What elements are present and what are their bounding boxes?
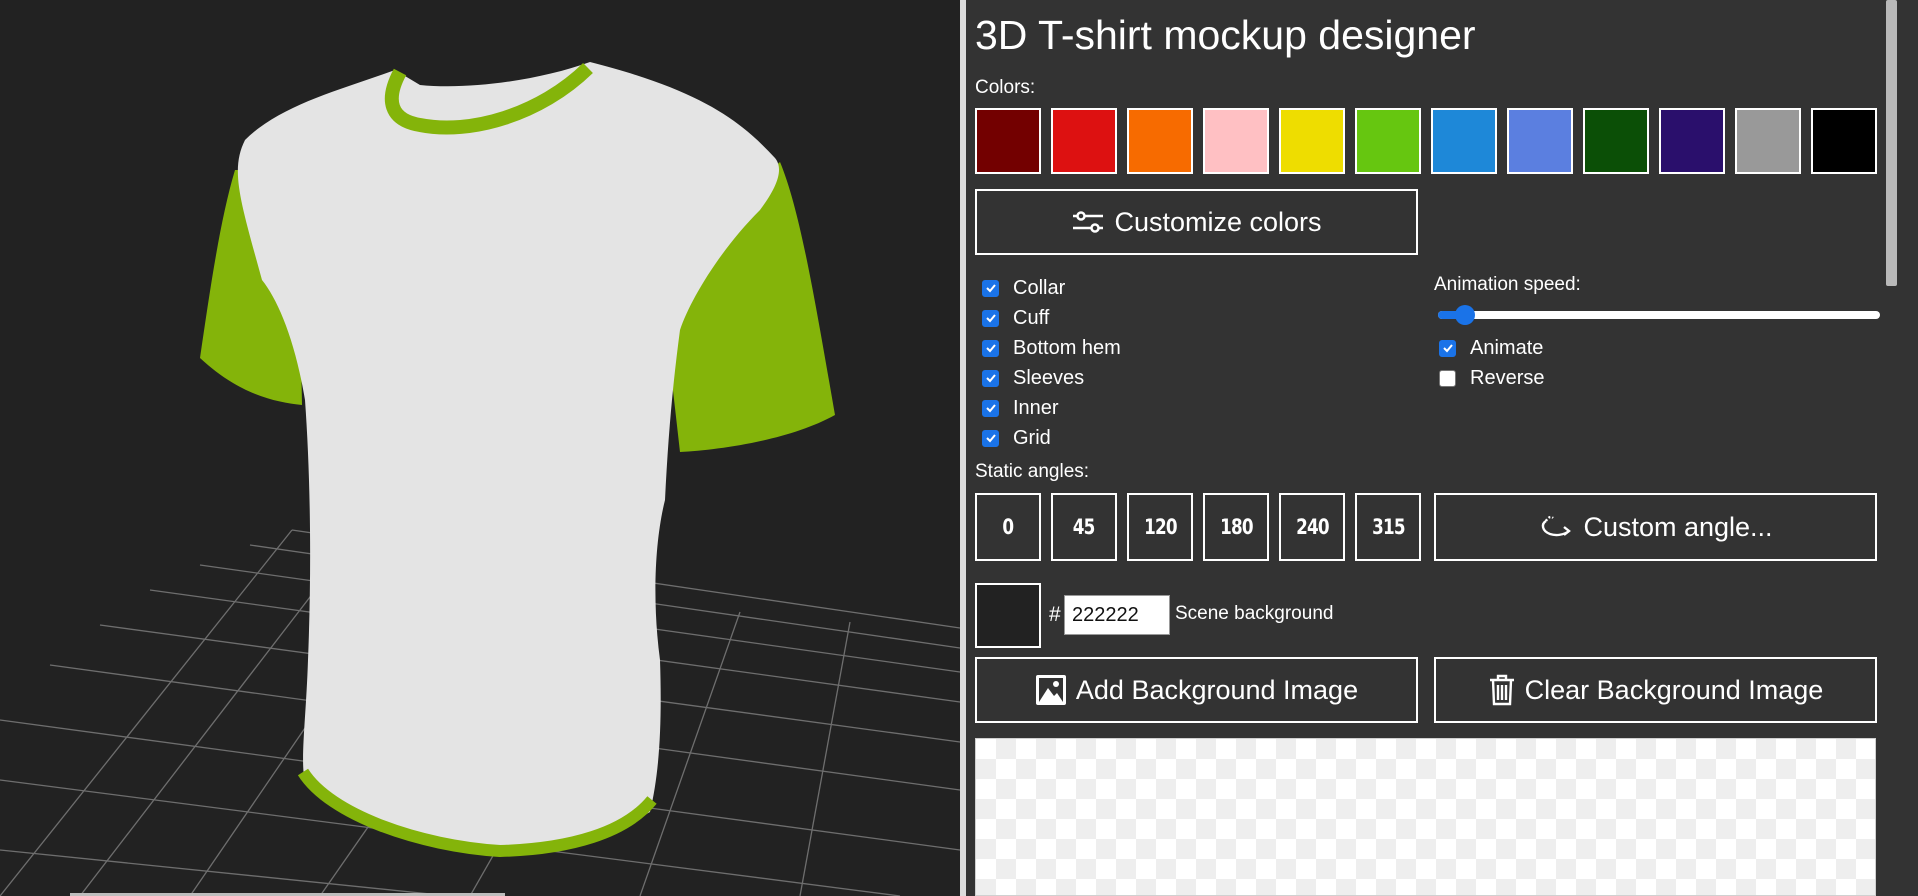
page-title: 3D T-shirt mockup designer <box>975 12 1476 58</box>
angle-button-180[interactable]: 180 <box>1203 493 1269 561</box>
option-checkbox[interactable] <box>982 309 999 327</box>
sliders-icon <box>1071 209 1105 235</box>
option-row-bottom-hem[interactable]: Bottom hem <box>982 333 1121 363</box>
background-hex-input[interactable] <box>1064 595 1170 635</box>
animation-speed-label: Animation speed: <box>1434 274 1581 295</box>
color-swatch-dark-green[interactable] <box>1583 108 1649 174</box>
custom-angle-button[interactable]: Custom angle... <box>1434 493 1877 561</box>
color-swatch-black[interactable] <box>1811 108 1877 174</box>
option-label: Sleeves <box>1013 366 1085 389</box>
color-swatches <box>975 108 1877 174</box>
customize-colors-button[interactable]: Customize colors <box>975 189 1418 255</box>
angle-button-0[interactable]: 0 <box>975 493 1041 561</box>
options-checklist: Collar Cuff Bottom hem Sleeves Inner Grid <box>982 273 1121 453</box>
tshirt-scene[interactable] <box>0 0 960 896</box>
rotate-icon <box>1538 512 1574 542</box>
angle-label: 45 <box>1073 515 1096 539</box>
hash-symbol: # <box>1049 603 1061 626</box>
scene-background-label: Scene background <box>1175 603 1334 624</box>
reverse-label: Reverse <box>1470 366 1545 389</box>
colors-label: Colors: <box>975 77 1036 98</box>
3d-viewport[interactable] <box>0 0 960 896</box>
color-swatch-pink[interactable] <box>1203 108 1269 174</box>
animate-checkbox[interactable] <box>1439 339 1456 357</box>
option-label: Cuff <box>1013 306 1050 329</box>
trash-icon <box>1488 674 1516 706</box>
angle-button-120[interactable]: 120 <box>1127 493 1193 561</box>
angle-button-240[interactable]: 240 <box>1279 493 1345 561</box>
option-checkbox[interactable] <box>982 369 999 387</box>
customize-colors-label: Customize colors <box>1114 206 1322 237</box>
color-swatch-orange[interactable] <box>1127 108 1193 174</box>
color-swatch-dark-red[interactable] <box>975 108 1041 174</box>
scene-background-swatch[interactable] <box>975 583 1041 648</box>
reverse-checkbox-row[interactable]: Reverse <box>1439 363 1544 393</box>
vertical-scrollbar[interactable] <box>1886 0 1897 286</box>
option-row-collar[interactable]: Collar <box>982 273 1121 303</box>
color-swatch-periwinkle[interactable] <box>1507 108 1573 174</box>
color-swatch-red[interactable] <box>1051 108 1117 174</box>
option-row-sleeves[interactable]: Sleeves <box>982 363 1121 393</box>
color-swatch-yellow[interactable] <box>1279 108 1345 174</box>
angle-button-315[interactable]: 315 <box>1355 493 1421 561</box>
color-swatch-indigo[interactable] <box>1659 108 1725 174</box>
option-label: Grid <box>1013 426 1051 449</box>
add-background-image-button[interactable]: Add Background Image <box>975 657 1418 723</box>
color-swatch-green[interactable] <box>1355 108 1421 174</box>
angle-label: 120 <box>1143 515 1177 539</box>
option-row-inner[interactable]: Inner <box>982 393 1121 423</box>
angle-label: 180 <box>1219 515 1253 539</box>
option-label: Collar <box>1013 276 1066 299</box>
slider-track <box>1438 311 1880 319</box>
angle-button-45[interactable]: 45 <box>1051 493 1117 561</box>
designer-panel: 3D T-shirt mockup designer Colors: Custo… <box>966 0 1918 896</box>
static-angle-buttons: 0 45 120 180 240 315 <box>975 493 1421 561</box>
slider-thumb[interactable] <box>1455 305 1475 325</box>
option-checkbox[interactable] <box>982 279 999 297</box>
clear-background-image-label: Clear Background Image <box>1524 674 1824 705</box>
option-row-cuff[interactable]: Cuff <box>982 303 1121 333</box>
angle-label: 315 <box>1371 515 1405 539</box>
option-row-grid[interactable]: Grid <box>982 423 1121 453</box>
animate-label: Animate <box>1470 336 1544 359</box>
option-checkbox[interactable] <box>982 399 999 417</box>
angle-label: 0 <box>1002 515 1015 539</box>
custom-angle-label: Custom angle... <box>1583 511 1773 542</box>
clear-background-image-button[interactable]: Clear Background Image <box>1434 657 1877 723</box>
option-label: Bottom hem <box>1013 336 1121 359</box>
add-background-image-label: Add Background Image <box>1075 674 1359 705</box>
animation-speed-slider[interactable] <box>1438 304 1880 325</box>
option-checkbox[interactable] <box>982 339 999 357</box>
angle-label: 240 <box>1295 515 1329 539</box>
reverse-checkbox[interactable] <box>1439 369 1456 387</box>
animate-checkbox-row[interactable]: Animate <box>1439 333 1544 363</box>
background-image-preview <box>975 738 1876 896</box>
option-label: Inner <box>1013 396 1059 419</box>
static-angles-label: Static angles: <box>975 461 1090 482</box>
image-icon <box>1035 674 1067 706</box>
color-swatch-blue[interactable] <box>1431 108 1497 174</box>
color-swatch-gray[interactable] <box>1735 108 1801 174</box>
option-checkbox[interactable] <box>982 429 999 447</box>
